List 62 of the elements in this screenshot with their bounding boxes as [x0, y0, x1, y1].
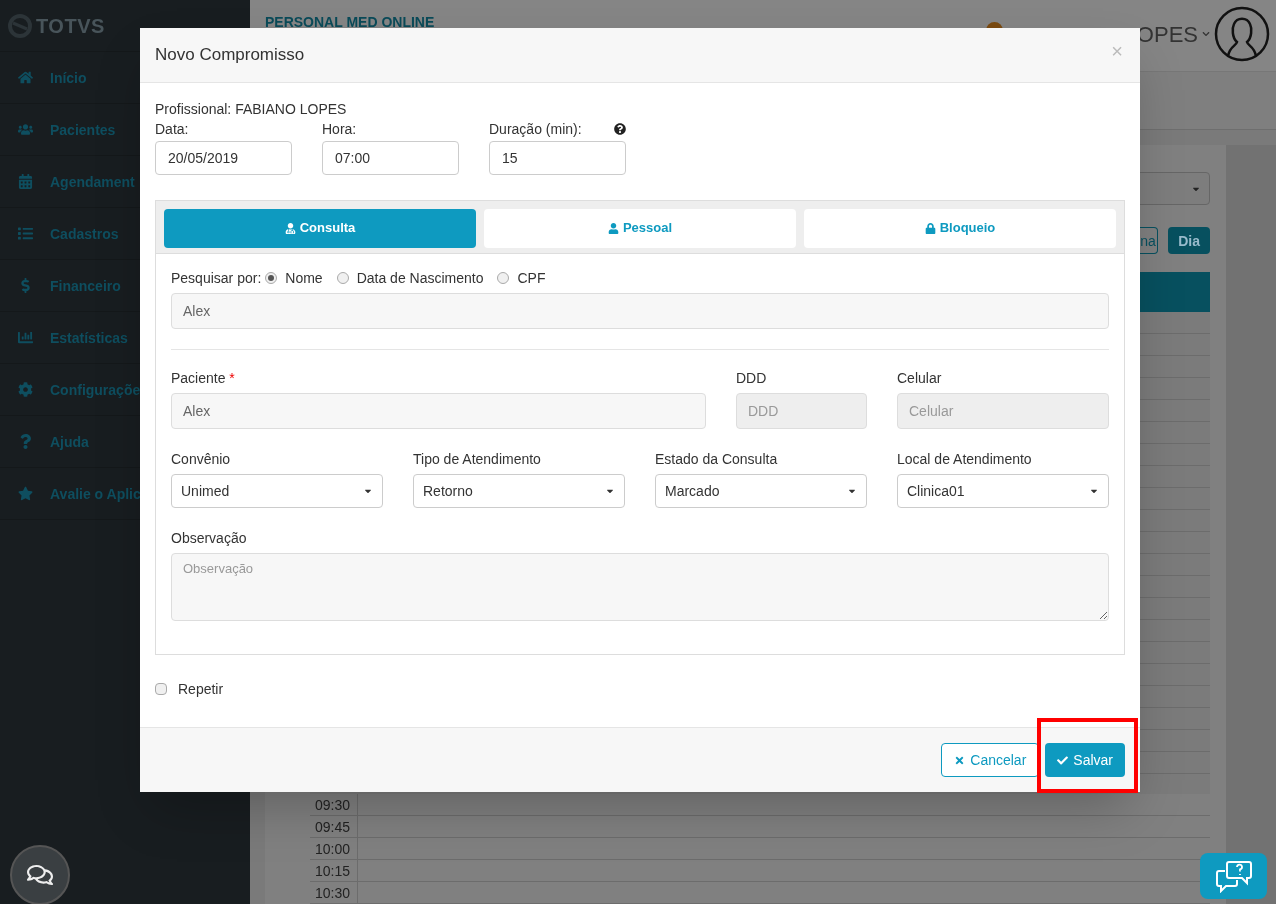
- text-field[interactable]: Alex: [171, 393, 706, 429]
- avatar-icon[interactable]: [1214, 6, 1270, 62]
- time-label: 09:45: [310, 816, 358, 837]
- users-icon: [17, 122, 33, 137]
- field-label: Estado da Consulta: [655, 450, 779, 469]
- app-title: PERSONAL MED ONLINE: [265, 13, 435, 32]
- cancel-button[interactable]: Cancelar: [941, 743, 1040, 777]
- radio-label[interactable]: Nome: [285, 268, 323, 288]
- text-field[interactable]: 07:00: [322, 141, 459, 175]
- search-field[interactable]: Alex: [171, 293, 1109, 329]
- field-label: Hora:: [322, 120, 357, 139]
- chat-icon: [27, 862, 53, 888]
- select-field[interactable]: Clinica01: [897, 474, 1109, 508]
- field-label: Duração (min):: [489, 120, 582, 139]
- star-icon: [17, 486, 33, 501]
- tab[interactable]: Consulta: [164, 209, 476, 248]
- checkbox-label[interactable]: Repetir: [178, 679, 224, 699]
- radio-button[interactable]: [336, 272, 349, 284]
- chat-question-icon: [1214, 859, 1253, 893]
- field-label: Local de Atendimento: [897, 450, 1033, 469]
- field-label: Tipo de Atendimento: [413, 450, 542, 469]
- select-field[interactable]: Retorno: [413, 474, 625, 508]
- list-icon: [17, 226, 33, 241]
- time-label: 09:30: [310, 794, 358, 815]
- field-label: Convênio: [171, 450, 232, 469]
- view-button[interactable]: Dia: [1168, 227, 1210, 254]
- radio-label[interactable]: Data de Nascimento: [356, 268, 484, 288]
- lock-icon: [924, 223, 936, 234]
- close-button[interactable]: ×: [1111, 41, 1123, 61]
- time-label: 10:00: [310, 838, 358, 859]
- field-label: DDD: [736, 369, 768, 388]
- gear-icon: [17, 382, 33, 397]
- logo-text: TOTVS: [36, 13, 105, 39]
- time-label: 10:30: [310, 882, 358, 903]
- text-field[interactable]: 15: [489, 141, 626, 175]
- calendar-icon: [17, 174, 33, 189]
- field-label: Data:: [155, 120, 189, 139]
- radio-label[interactable]: CPF: [517, 268, 546, 288]
- bar-chart-icon: [17, 330, 33, 345]
- field-label: Paciente *: [171, 369, 236, 388]
- doctor-icon: [284, 223, 296, 234]
- user-icon: [607, 223, 619, 234]
- close-icon: [954, 754, 966, 766]
- caret-icon: [1202, 30, 1210, 38]
- field-label: Observação: [171, 529, 248, 548]
- radio-button[interactable]: [265, 272, 278, 284]
- save-button[interactable]: Salvar: [1045, 743, 1125, 777]
- observation-field[interactable]: Observação: [171, 553, 1109, 621]
- tab[interactable]: Bloqueio: [804, 209, 1116, 248]
- help-icon[interactable]: [614, 123, 626, 135]
- home-icon: [17, 70, 33, 85]
- tab[interactable]: Pessoal: [484, 209, 796, 248]
- check-icon: [1057, 754, 1069, 766]
- radio-button[interactable]: [497, 272, 510, 284]
- select-field[interactable]: Marcado: [655, 474, 867, 508]
- text-field[interactable]: 20/05/2019: [155, 141, 292, 175]
- time-label: 10:15: [310, 860, 358, 881]
- logo-icon: [8, 13, 32, 38]
- checkbox[interactable]: [155, 683, 167, 695]
- help-chat-button[interactable]: [1200, 853, 1267, 899]
- select-field[interactable]: Unimed: [171, 474, 383, 508]
- field-label: Celular: [897, 369, 943, 388]
